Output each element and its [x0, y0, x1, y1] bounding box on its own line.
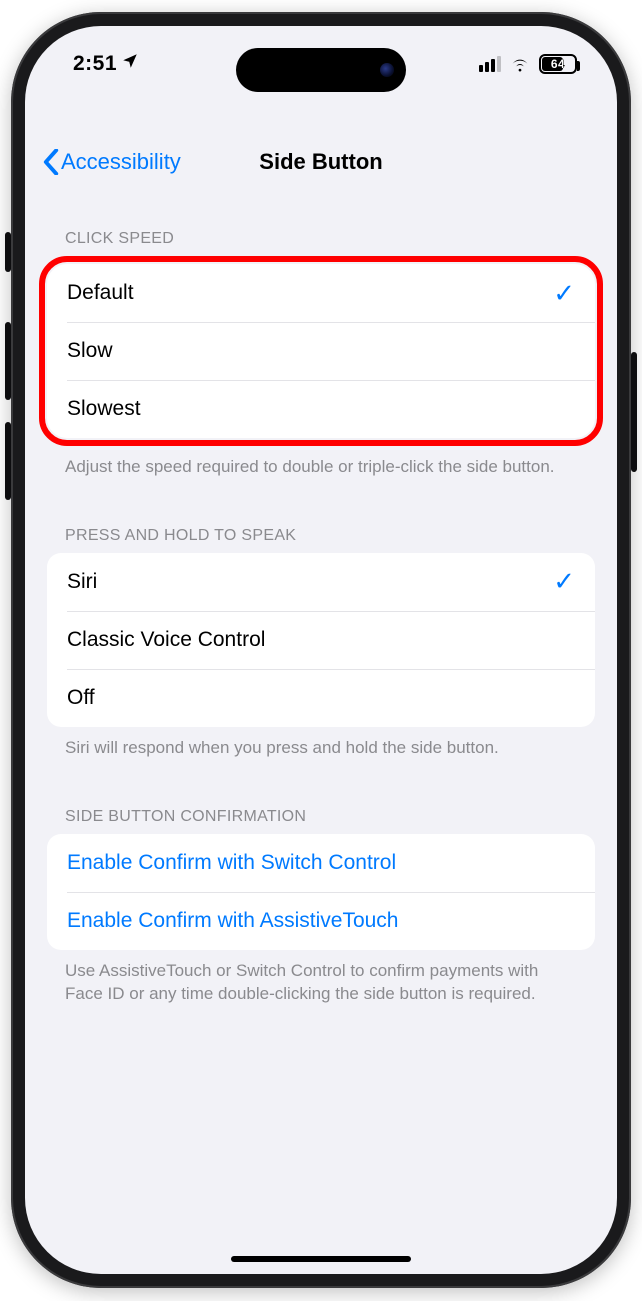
back-label: Accessibility	[61, 149, 181, 175]
navigation-bar: Accessibility Side Button	[25, 136, 617, 188]
screen: 2:51 64 Accessibil	[25, 26, 617, 1274]
option-label: Classic Voice Control	[67, 628, 265, 652]
highlight-annotation: Default ✓ Slow Slowest	[39, 256, 603, 446]
press-hold-option-off[interactable]: Off	[47, 669, 595, 727]
volume-down-button	[5, 422, 11, 500]
link-label: Enable Confirm with Switch Control	[67, 851, 396, 875]
mute-switch	[5, 232, 11, 272]
enable-assistivetouch-link[interactable]: Enable Confirm with AssistiveTouch	[47, 892, 595, 950]
click-speed-option-slow[interactable]: Slow	[47, 322, 595, 380]
click-speed-option-default[interactable]: Default ✓	[47, 264, 595, 322]
section-header-confirmation: SIDE BUTTON CONFIRMATION	[47, 794, 595, 834]
status-time: 2:51	[73, 52, 117, 76]
click-speed-group: Default ✓ Slow Slowest	[47, 264, 595, 438]
option-label: Slow	[67, 339, 113, 363]
wifi-icon	[509, 56, 531, 72]
checkmark-icon: ✓	[553, 566, 575, 597]
chevron-left-icon	[43, 149, 59, 175]
option-label: Slowest	[67, 397, 141, 421]
back-button[interactable]: Accessibility	[25, 149, 181, 175]
press-hold-group: Siri ✓ Classic Voice Control Off	[47, 553, 595, 727]
enable-switch-control-link[interactable]: Enable Confirm with Switch Control	[47, 834, 595, 892]
side-button-hardware	[631, 352, 637, 472]
section-footer-click-speed: Adjust the speed required to double or t…	[47, 446, 595, 479]
section-footer-confirmation: Use AssistiveTouch or Switch Control to …	[47, 950, 595, 1006]
click-speed-option-slowest[interactable]: Slowest	[47, 380, 595, 438]
content: CLICK SPEED Default ✓ Slow Slowest Adjus…	[25, 216, 617, 1274]
option-label: Default	[67, 281, 134, 305]
device-frame: 2:51 64 Accessibil	[11, 12, 631, 1288]
option-label: Siri	[67, 570, 97, 594]
press-hold-option-siri[interactable]: Siri ✓	[47, 553, 595, 611]
battery-indicator: 64	[539, 54, 577, 74]
volume-up-button	[5, 322, 11, 400]
confirmation-group: Enable Confirm with Switch Control Enabl…	[47, 834, 595, 950]
section-header-press-hold: PRESS AND HOLD TO SPEAK	[47, 513, 595, 553]
link-label: Enable Confirm with AssistiveTouch	[67, 909, 398, 933]
option-label: Off	[67, 686, 95, 710]
checkmark-icon: ✓	[553, 278, 575, 309]
status-bar: 2:51 64	[25, 52, 617, 76]
location-arrow-icon	[121, 52, 139, 76]
section-footer-press-hold: Siri will respond when you press and hol…	[47, 727, 595, 760]
home-indicator[interactable]	[231, 1256, 411, 1262]
battery-percent: 64	[551, 57, 565, 71]
cellular-signal-icon	[479, 56, 501, 72]
section-header-click-speed: CLICK SPEED	[47, 216, 595, 256]
press-hold-option-classic[interactable]: Classic Voice Control	[47, 611, 595, 669]
